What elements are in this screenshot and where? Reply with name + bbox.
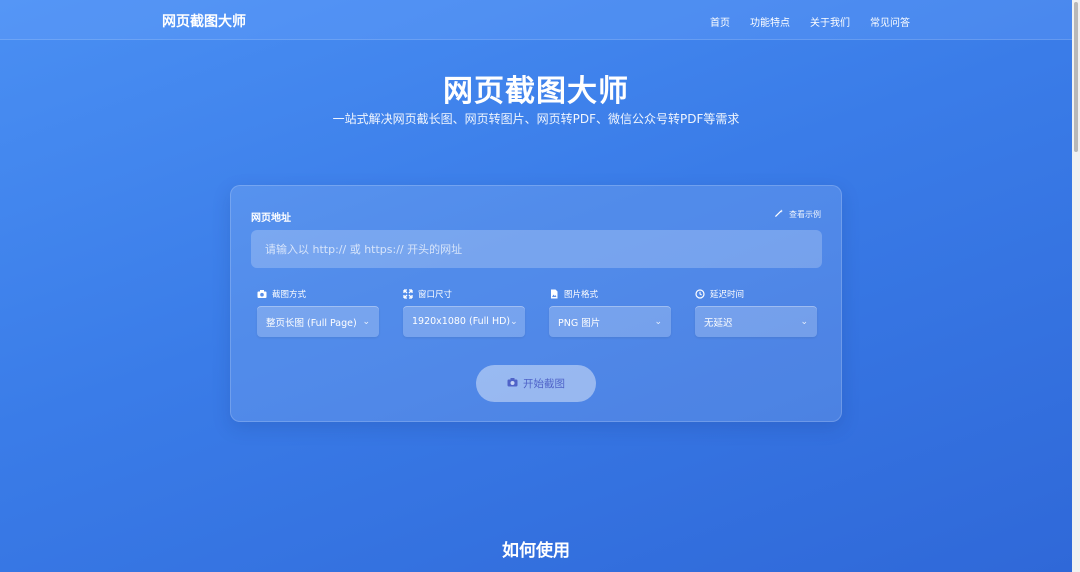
expand-icon — [403, 289, 413, 299]
window-size-label: 窗口尺寸 — [418, 290, 453, 300]
chevron-down-icon: ⌄ — [654, 316, 662, 327]
view-example-link[interactable]: 查看示例 — [775, 209, 821, 220]
delay-label: 延迟时间 — [710, 290, 745, 300]
capture-mode-select[interactable]: 整页长图 (Full Page) ⌄ — [257, 306, 379, 337]
image-file-icon — [549, 289, 559, 299]
delay-value: 无延迟 — [704, 317, 733, 329]
brand-logo[interactable]: 网页截图大师 — [162, 11, 246, 31]
capture-mode-label: 截图方式 — [272, 290, 307, 300]
nav-links: 首页 功能特点 关于我们 常见问答 — [710, 14, 910, 29]
nav-link-about[interactable]: 关于我们 — [810, 14, 850, 29]
page: 网页截图大师 首页 功能特点 关于我们 常见问答 网页截图大师 一站式解决网页截… — [0, 0, 1072, 572]
chevron-down-icon: ⌄ — [510, 316, 518, 327]
camera-icon — [507, 377, 518, 390]
nav-link-features[interactable]: 功能特点 — [750, 14, 790, 29]
image-format-option: 图片格式 PNG 图片 ⌄ — [549, 288, 671, 337]
start-screenshot-button[interactable]: 开始截图 — [476, 365, 596, 402]
delay-select[interactable]: 无延迟 ⌄ — [695, 306, 817, 337]
capture-mode-option: 截图方式 整页长图 (Full Page) ⌄ — [257, 288, 379, 337]
navbar: 网页截图大师 首页 功能特点 关于我们 常见问答 — [0, 0, 1072, 40]
how-to-use-title: 如何使用 — [502, 541, 570, 561]
screenshot-form-card: 网页地址 查看示例 截图方式 整页长图 (Full Page) ⌄ 窗口尺寸 — [230, 185, 842, 422]
nav-link-home[interactable]: 首页 — [710, 14, 730, 29]
chevron-down-icon: ⌄ — [362, 316, 370, 327]
nav-link-faq[interactable]: 常见问答 — [870, 14, 910, 29]
capture-mode-value: 整页长图 (Full Page) — [266, 317, 357, 329]
image-format-select[interactable]: PNG 图片 ⌄ — [549, 306, 671, 337]
image-format-label: 图片格式 — [564, 290, 599, 300]
chevron-down-icon: ⌄ — [800, 316, 808, 327]
window-size-value: 1920x1080 (Full HD) — [412, 316, 511, 327]
delay-option: 延迟时间 无延迟 ⌄ — [695, 288, 817, 337]
url-label: 网页地址 — [251, 213, 291, 224]
page-scrollbar[interactable] — [1072, 0, 1080, 572]
clock-icon — [695, 289, 705, 299]
magic-wand-icon — [775, 209, 786, 219]
window-size-option: 窗口尺寸 1920x1080 (Full HD) ⌄ — [403, 288, 525, 337]
scrollbar-thumb[interactable] — [1074, 2, 1078, 152]
image-format-value: PNG 图片 — [558, 317, 601, 329]
hero-title: 网页截图大师 — [443, 74, 629, 109]
window-size-select[interactable]: 1920x1080 (Full HD) ⌄ — [403, 306, 525, 337]
hero-subtitle: 一站式解决网页截长图、网页转图片、网页转PDF、微信公众号转PDF等需求 — [332, 112, 740, 126]
view-example-label: 查看示例 — [789, 210, 821, 219]
url-input[interactable] — [251, 230, 822, 268]
camera-icon — [257, 289, 267, 299]
start-screenshot-label: 开始截图 — [523, 378, 565, 390]
